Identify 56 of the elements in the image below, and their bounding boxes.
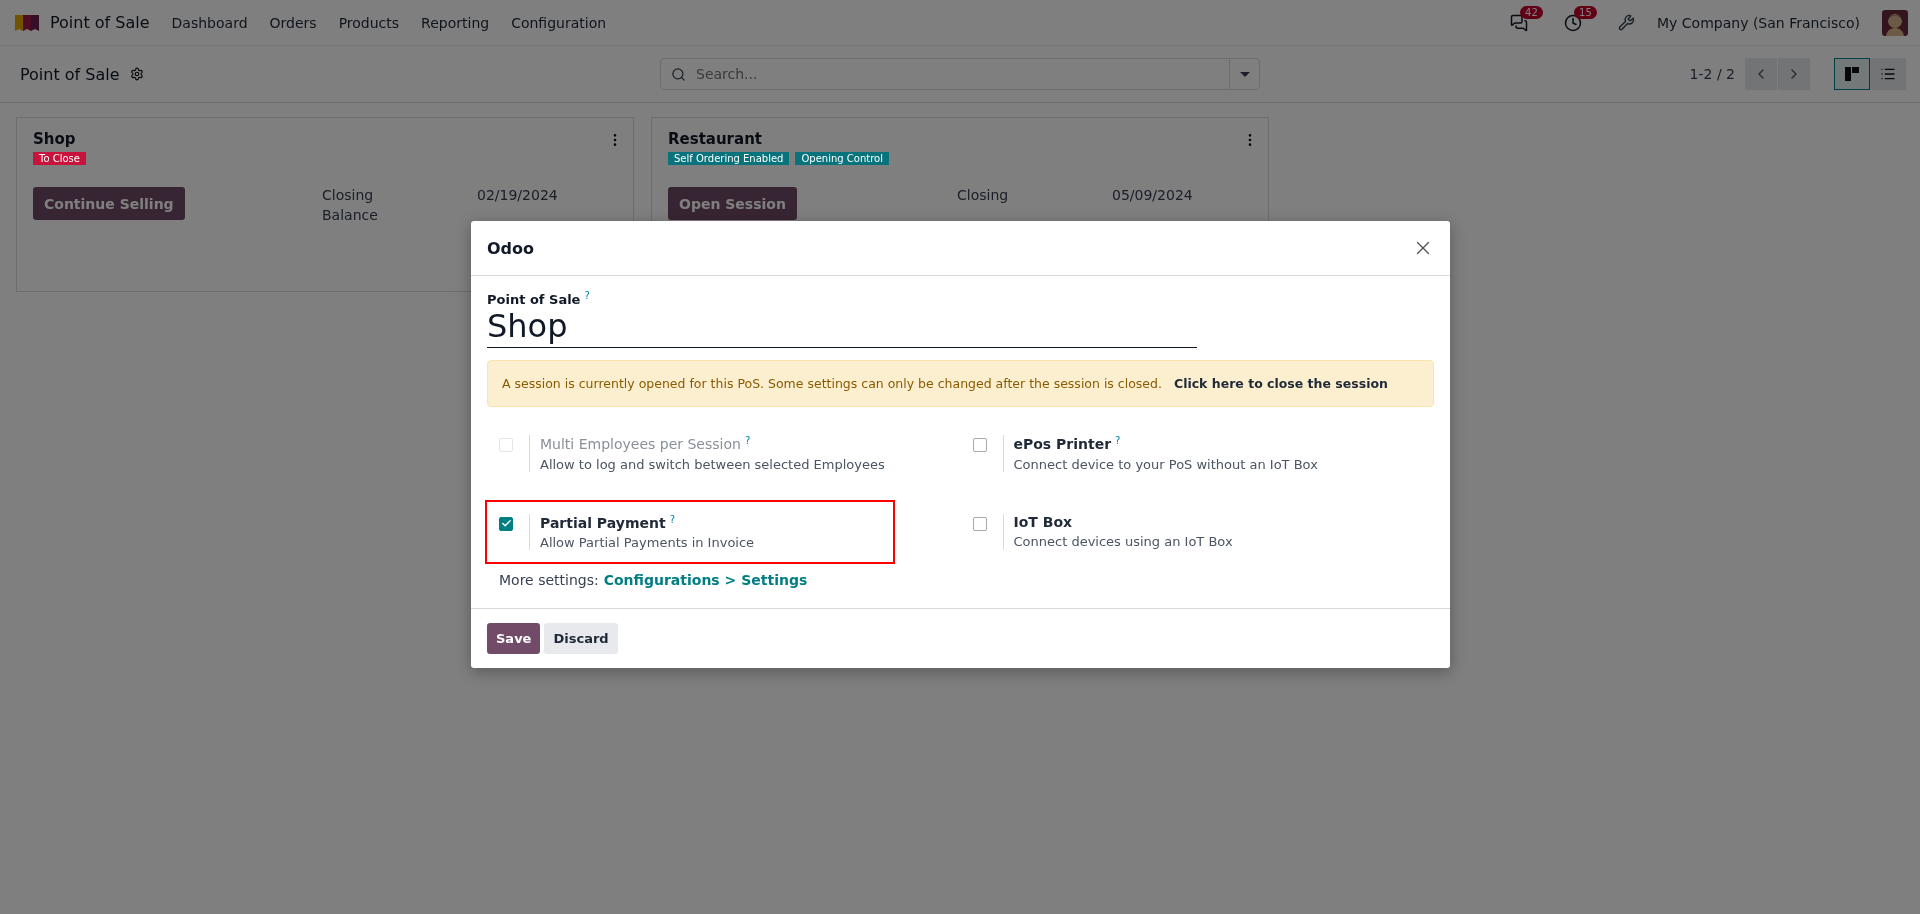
view-toggle[interactable] [1834,58,1870,90]
dialog-title: Odoo [487,238,535,258]
company-name[interactable]: My Company (San Francisco) [1657,14,1860,31]
pager-value: 1-2 / 2 [1689,66,1735,82]
message-count: 42 [1520,5,1543,19]
search-input[interactable]: Search... [694,65,1221,83]
settings-icon[interactable] [129,67,144,81]
info-label: Closing [957,187,1010,205]
menu-item[interactable]: Reporting [421,14,490,31]
search-icon [671,66,686,82]
info-value: 05/09/2024 [1112,187,1192,205]
card-title: Shop [33,130,76,148]
menu-item[interactable]: Products [338,14,400,31]
list-icon [1880,66,1896,82]
setting-description: Allow Partial Payments in Invoice [540,535,755,550]
checkbox[interactable] [499,516,513,531]
checkbox[interactable] [972,438,987,453]
help-mark[interactable]: ? [669,513,675,525]
search-field[interactable]: Search... [660,58,1260,90]
info-value: 02/19/2024 [477,187,557,203]
setting-description: Connect devices using an IoT Box [1013,533,1233,549]
page-title: Point of Sale [20,64,120,84]
save-button[interactable]: Save [487,623,541,654]
status-tag: Opening Control [795,152,889,165]
tools-icon[interactable] [1618,14,1636,31]
session-button[interactable]: Open Session [668,187,797,220]
field-label: Point of Sale [487,292,581,308]
setting-description: Allow to log and switch between selected Employees [540,456,885,472]
discard-button[interactable]: Discard [544,623,618,654]
help-mark[interactable]: ? [1115,435,1121,447]
app-name[interactable]: Point of Sale [50,13,150,32]
avatar-icon[interactable] [1882,9,1908,36]
name-field[interactable]: Shop [487,307,1197,349]
menu-item[interactable]: Dashboard [171,14,248,31]
kanban-icon [1844,66,1860,82]
session-button[interactable]: Continue Selling [33,187,185,220]
menu-item[interactable]: Configuration [511,14,607,31]
help-mark[interactable]: ? [584,290,590,301]
setting-title: Partial Payment [540,515,666,531]
info-label: Closing [322,187,375,203]
status-tag: To Close [33,152,86,165]
setting-description: Connect device to your PoS without an IoT Box [1013,456,1318,472]
logo-icon [14,12,40,33]
setting-title: Multi Employees per Session [540,436,741,453]
setting-title: ePos Printer [1013,436,1112,453]
info-label: Balance [322,207,379,223]
menu-item[interactable]: Orders [269,14,317,31]
status-tag: Self Ordering Enabled [668,152,790,165]
settings-link[interactable]: Configurations > Settings [603,572,808,588]
setting-title: IoT Box [1013,513,1073,530]
more-settings-label: More settings: [499,572,599,588]
checkbox[interactable] [972,516,987,531]
activity-count: 15 [1574,5,1597,19]
close-session-link[interactable]: Click here to close the session [1173,376,1388,392]
alert-text: A session is currently opened for this PoS. Some settings can only be changed after the session is closed. [502,376,1162,392]
card-title: Restaurant [668,130,762,148]
